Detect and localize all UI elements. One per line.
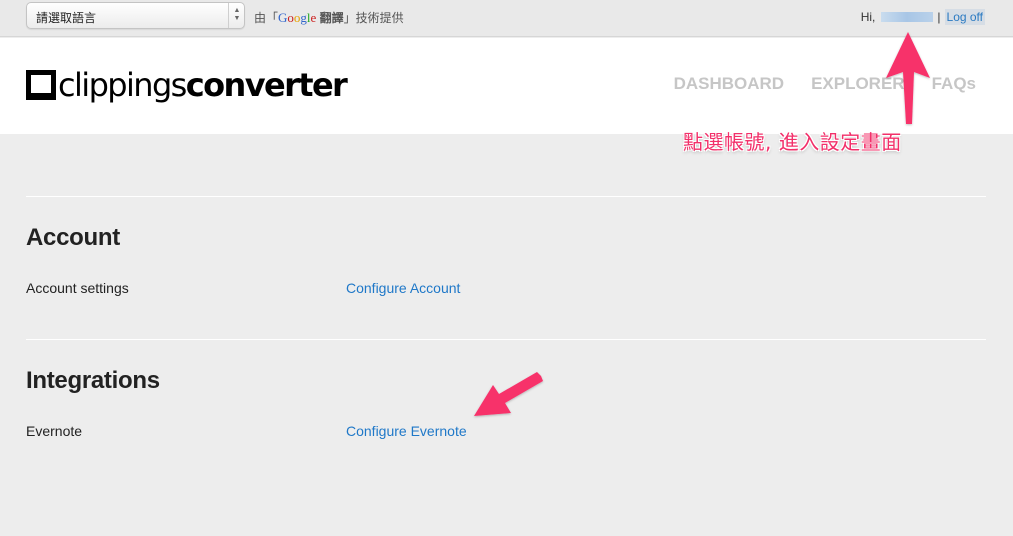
select-arrows-icon: ▲ ▼: [233, 7, 241, 22]
main-nav: DASHBOARD EXPLORER FAQs: [674, 74, 976, 94]
nav-explorer[interactable]: EXPLORER: [811, 74, 905, 94]
nav-dashboard[interactable]: DASHBOARD: [674, 74, 785, 94]
powered-prefix: 由「: [254, 11, 279, 25]
nav-faqs[interactable]: FAQs: [932, 74, 976, 94]
site-logo[interactable]: clippingsconverter: [26, 66, 348, 104]
language-select-value: 請選取語言: [36, 11, 97, 25]
select-divider: [228, 3, 229, 28]
logoff-link[interactable]: Log off: [944, 9, 985, 25]
site-header: clippingsconverter DASHBOARD EXPLORER FA…: [0, 38, 1013, 134]
logo-text: clippingsconverter: [58, 66, 348, 104]
logo-square-icon: [26, 70, 56, 100]
annotation-text: 點選帳號, 進入設定畫面: [683, 130, 902, 154]
translate-word: 翻譯: [316, 11, 344, 25]
row-label: Evernote: [26, 423, 83, 439]
powered-suffix: 」技術提供: [343, 11, 404, 25]
user-area: Hi, | Log off: [861, 9, 985, 25]
translate-bar: 請選取語言 ▲ ▼ 由「Google 翻譯」技術提供 Hi, | Log off: [0, 0, 1013, 37]
logo-text-bold: converter: [185, 66, 348, 104]
configure-account-link[interactable]: Configure Account: [346, 280, 460, 296]
greeting: Hi,: [860, 10, 876, 24]
google-letter: G: [278, 10, 288, 25]
language-select[interactable]: 請選取語言 ▲ ▼: [26, 2, 245, 29]
powered-by-google-translate: 由「Google 翻譯」技術提供: [254, 9, 404, 26]
integrations-section: Integrations Evernote Configure Evernote: [26, 340, 986, 482]
settings-content: Account Account settings Configure Accou…: [26, 196, 986, 482]
configure-evernote-link[interactable]: Configure Evernote: [346, 423, 467, 439]
account-username-link[interactable]: [881, 12, 934, 22]
section-title: Integrations: [26, 367, 160, 394]
google-logo[interactable]: Google: [278, 10, 316, 25]
row-label: Account settings: [26, 280, 129, 296]
account-section: Account Account settings Configure Accou…: [26, 197, 986, 339]
logo-text-light: clippings: [58, 66, 187, 104]
section-title: Account: [26, 224, 120, 251]
user-separator: |: [937, 10, 941, 24]
